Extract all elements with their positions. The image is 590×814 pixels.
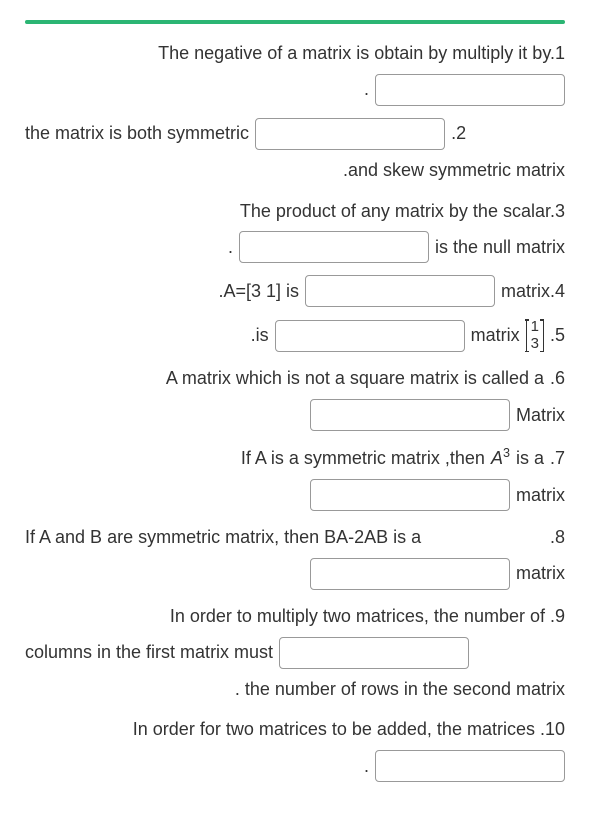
question-1: The negative of a matrix is obtain by mu… bbox=[25, 39, 565, 106]
question-4: .A=[3 1] is matrix.4 bbox=[25, 275, 565, 307]
q5-prefix: .is bbox=[251, 321, 269, 350]
question-8: If A and B are symmetric matrix, then BA… bbox=[25, 523, 565, 590]
q6-text: A matrix which is not a square matrix is… bbox=[166, 364, 544, 393]
question-7: If A is a symmetric matrix ,then A3 is a… bbox=[25, 443, 565, 511]
q4-prefix: .A=[3 1] is bbox=[218, 277, 299, 306]
q2-part2: .and skew symmetric matrix bbox=[343, 156, 565, 185]
q5-matrix: 1 3 bbox=[526, 319, 544, 352]
q2-part1: the matrix is both symmetric bbox=[25, 119, 249, 148]
question-5: .is matrix 1 3 .5 bbox=[25, 319, 565, 352]
q6-input[interactable] bbox=[310, 399, 510, 431]
q5-input[interactable] bbox=[275, 320, 465, 352]
q8-number: .8 bbox=[550, 523, 565, 552]
q6-number: .6 bbox=[550, 364, 565, 393]
q10-text: In order for two matrices to be added, t… bbox=[133, 715, 565, 744]
q2-number: .2 bbox=[451, 119, 466, 148]
q7-mid: is a bbox=[516, 444, 544, 473]
q7-var: A3 bbox=[491, 443, 510, 473]
question-2: the matrix is both symmetric .2 .and ske… bbox=[25, 118, 565, 185]
q3-text: The product of any matrix by the scalar.… bbox=[240, 197, 565, 226]
q9-text: In order to multiply two matrices, the n… bbox=[170, 602, 565, 631]
q9-part3: . the number of rows in the second matri… bbox=[235, 675, 565, 704]
q10-input[interactable] bbox=[375, 750, 565, 782]
q8-text: If A and B are symmetric matrix, then BA… bbox=[25, 523, 544, 552]
q7-input[interactable] bbox=[310, 479, 510, 511]
q9-input[interactable] bbox=[279, 637, 469, 669]
q10-dot: . bbox=[364, 752, 369, 781]
q3-input[interactable] bbox=[239, 231, 429, 263]
q6-suffix: Matrix bbox=[516, 401, 565, 430]
q5-matrix-bot: 3 bbox=[531, 336, 539, 353]
q1-dot: . bbox=[364, 75, 369, 104]
q3-dot: . bbox=[228, 233, 233, 262]
question-6: A matrix which is not a square matrix is… bbox=[25, 364, 565, 431]
q1-input[interactable] bbox=[375, 74, 565, 106]
q7-prefix: If A is a symmetric matrix ,then bbox=[241, 444, 485, 473]
q5-matrix-top: 1 bbox=[531, 319, 539, 336]
q8-suffix: matrix bbox=[516, 559, 565, 588]
question-3: The product of any matrix by the scalar.… bbox=[25, 197, 565, 264]
q7-number: .7 bbox=[550, 444, 565, 473]
q5-mid: matrix bbox=[471, 321, 520, 350]
q4-input[interactable] bbox=[305, 275, 495, 307]
question-9: In order to multiply two matrices, the n… bbox=[25, 602, 565, 704]
q1-text: The negative of a matrix is obtain by mu… bbox=[158, 39, 565, 68]
q8-input[interactable] bbox=[310, 558, 510, 590]
q3-suffix: is the null matrix bbox=[435, 233, 565, 262]
question-10: In order for two matrices to be added, t… bbox=[25, 715, 565, 782]
top-divider bbox=[25, 20, 565, 24]
q5-number: .5 bbox=[550, 321, 565, 350]
q2-input[interactable] bbox=[255, 118, 445, 150]
q7-suffix: matrix bbox=[516, 481, 565, 510]
q9-part2: columns in the first matrix must bbox=[25, 638, 273, 667]
q4-suffix: matrix.4 bbox=[501, 277, 565, 306]
